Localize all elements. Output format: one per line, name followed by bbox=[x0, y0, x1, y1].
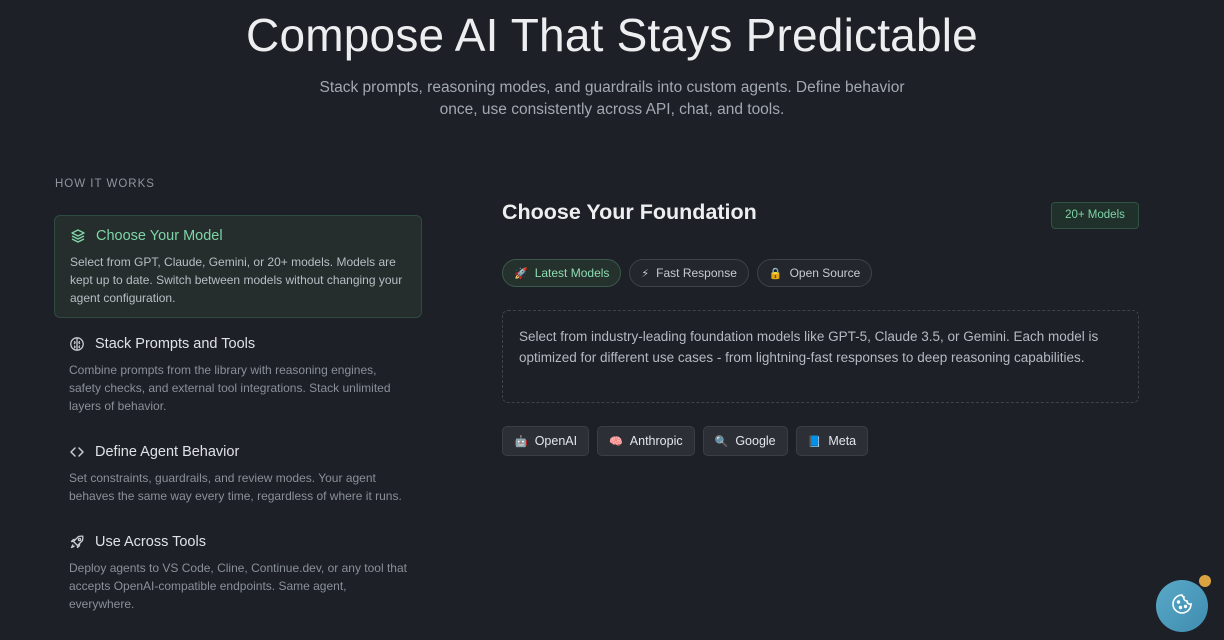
rocket-icon bbox=[69, 534, 85, 550]
provider-label: OpenAI bbox=[534, 434, 578, 448]
models-count-badge: 20+ Models bbox=[1051, 202, 1139, 229]
step-use-across-tools[interactable]: Use Across Tools Deploy agents to VS Cod… bbox=[54, 522, 422, 613]
filter-chip-latest-models[interactable]: 🚀 Latest Models bbox=[502, 259, 622, 287]
cookie-settings-button[interactable] bbox=[1156, 580, 1208, 632]
step-title: Stack Prompts and Tools bbox=[95, 336, 256, 352]
provider-label: Google bbox=[735, 434, 776, 448]
step-description: Combine prompts from the library with re… bbox=[69, 363, 391, 413]
step-description: Deploy agents to VS Code, Cline, Continu… bbox=[69, 561, 407, 611]
step-title: Choose Your Model bbox=[96, 228, 223, 244]
provider-google[interactable]: 🔍 Google bbox=[702, 426, 788, 456]
lightning-icon: ⚡ bbox=[641, 267, 650, 280]
step-choose-model[interactable]: Choose Your Model Select from GPT, Claud… bbox=[54, 215, 422, 318]
step-title: Use Across Tools bbox=[95, 534, 206, 550]
filter-chip-open-source[interactable]: 🔒 Open Source bbox=[756, 259, 873, 287]
brain-icon: 🧠 bbox=[609, 435, 623, 448]
how-it-works-label: HOW IT WORKS bbox=[55, 178, 155, 190]
book-icon: 📘 bbox=[807, 435, 822, 448]
cookie-icon bbox=[1170, 592, 1194, 621]
provider-anthropic[interactable]: 🧠 Anthropic bbox=[597, 426, 695, 456]
step-define-behavior[interactable]: Define Agent Behavior Set constraints, g… bbox=[54, 432, 422, 505]
chip-label: Fast Response bbox=[656, 266, 737, 280]
robot-icon: 🤖 bbox=[514, 435, 528, 448]
rocket-icon: 🚀 bbox=[514, 267, 528, 280]
code-icon bbox=[69, 444, 85, 460]
hero-title: Compose AI That Stays Predictable bbox=[246, 9, 978, 61]
step-title: Define Agent Behavior bbox=[95, 444, 240, 460]
panel-description: Select from industry-leading foundation … bbox=[502, 310, 1139, 403]
provider-list: 🤖 OpenAI 🧠 Anthropic 🔍 Google 📘 Meta bbox=[502, 426, 869, 456]
brain-icon bbox=[69, 336, 85, 352]
filter-chips: 🚀 Latest Models ⚡ Fast Response 🔒 Open S… bbox=[502, 259, 873, 287]
provider-label: Meta bbox=[828, 434, 857, 448]
provider-openai[interactable]: 🤖 OpenAI bbox=[502, 426, 590, 456]
notification-dot bbox=[1199, 575, 1211, 587]
step-stack-prompts[interactable]: Stack Prompts and Tools Combine prompts … bbox=[54, 324, 422, 415]
page: Compose AI That Stays Predictable Stack … bbox=[0, 0, 1224, 640]
lock-icon: 🔒 bbox=[768, 267, 783, 280]
hero-subtitle: Stack prompts, reasoning modes, and guar… bbox=[319, 79, 905, 118]
layers-icon bbox=[70, 228, 86, 244]
chip-label: Open Source bbox=[789, 266, 861, 280]
panel-title: Choose Your Foundation bbox=[502, 200, 757, 224]
provider-label: Anthropic bbox=[629, 434, 683, 448]
magnifier-icon: 🔍 bbox=[714, 435, 729, 448]
filter-chip-fast-response[interactable]: ⚡ Fast Response bbox=[629, 259, 749, 287]
step-description: Set constraints, guardrails, and review … bbox=[69, 471, 402, 503]
chip-label: Latest Models bbox=[534, 266, 610, 280]
step-description: Select from GPT, Claude, Gemini, or 20+ … bbox=[70, 255, 403, 305]
provider-meta[interactable]: 📘 Meta bbox=[795, 426, 869, 456]
